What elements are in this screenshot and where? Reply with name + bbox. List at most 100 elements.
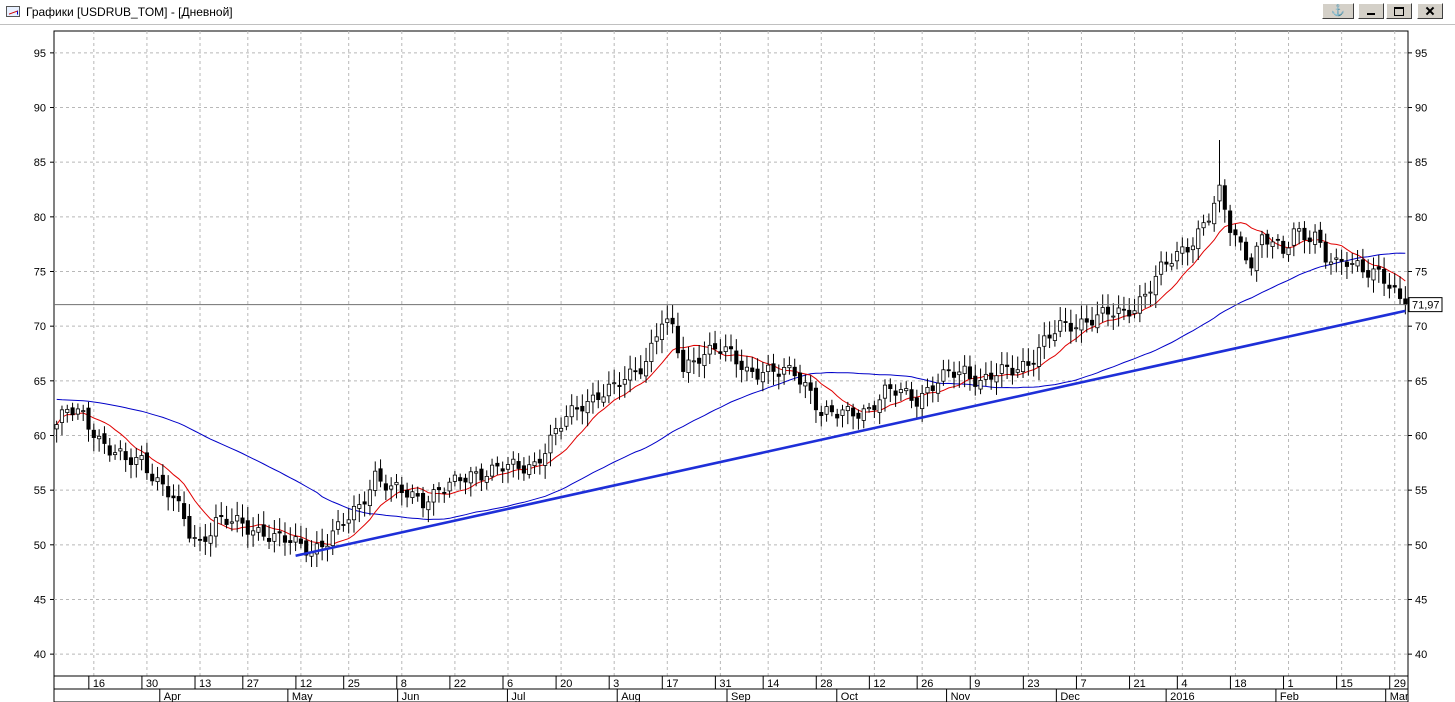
candle-body: [436, 487, 442, 491]
candle-body: [1148, 291, 1153, 294]
candle-body: [1307, 237, 1312, 243]
candle-body: [229, 521, 234, 524]
candle-body: [383, 483, 388, 491]
candle-body: [580, 405, 585, 412]
candle-body: [1397, 288, 1403, 299]
candle-body: [1153, 275, 1158, 296]
candle-body: [171, 495, 176, 499]
candle-body: [787, 364, 792, 369]
month-tick-label: Apr: [164, 691, 181, 702]
candle-body: [298, 538, 303, 544]
candle-body: [596, 392, 601, 401]
candle-body: [755, 368, 760, 380]
candle-body: [1334, 257, 1339, 260]
candle-body: [1259, 234, 1265, 246]
candle-body: [564, 416, 569, 427]
candle-body: [65, 408, 70, 413]
candle-body: [490, 464, 495, 477]
candle-body: [75, 408, 80, 415]
candle-body: [532, 461, 537, 467]
candle-body: [1238, 236, 1243, 243]
candle-body: [1344, 261, 1349, 267]
candle-body: [1079, 318, 1084, 331]
candle-body: [994, 375, 999, 383]
x-tick-label: 13: [199, 678, 211, 690]
candle-body: [367, 489, 372, 507]
candle-body: [378, 468, 383, 482]
candle-body: [160, 474, 165, 485]
x-tick-label: 8: [401, 678, 407, 690]
y-tick-label: 95: [34, 48, 46, 60]
candle-body: [766, 364, 771, 373]
x-tick-label: 17: [666, 678, 678, 690]
candle-body: [697, 357, 702, 364]
x-tick-label: 1: [1288, 678, 1294, 690]
candle-body: [601, 396, 606, 403]
x-tick-label: 4: [1181, 678, 1187, 690]
candle-body: [511, 458, 516, 465]
candle-body: [633, 370, 638, 373]
y-tick-label: 65: [1415, 376, 1427, 388]
candle-body: [989, 372, 994, 380]
candle-body: [771, 363, 776, 372]
chart-window: Графики [USDRUB_TOM] - [Дневной] ⚓ 40 45 5…: [0, 0, 1455, 702]
candle-body: [967, 366, 972, 379]
candle-body: [70, 407, 75, 416]
y-tick-label: 95: [1415, 48, 1427, 60]
candle-body: [1382, 269, 1387, 284]
x-tick-label: 3: [613, 678, 619, 690]
x-tick-label: 15: [1341, 678, 1353, 690]
candle-body: [628, 368, 633, 381]
candle-body: [867, 407, 872, 410]
candle-body: [808, 382, 813, 391]
candle-body: [1366, 270, 1371, 278]
minimize-icon: [1367, 13, 1375, 15]
candle-body: [373, 470, 378, 491]
close-icon: [1425, 6, 1435, 16]
anchor-button[interactable]: ⚓: [1322, 3, 1354, 19]
candle-body: [118, 448, 123, 452]
month-tick-label: May: [292, 691, 313, 702]
candle-body: [638, 368, 643, 375]
month-tick-label: Dec: [1060, 691, 1080, 702]
minimize-button[interactable]: [1358, 3, 1384, 19]
candle-body: [426, 501, 431, 511]
candle-body: [320, 540, 325, 548]
candle-body: [707, 344, 712, 355]
candle-body: [521, 465, 526, 474]
candle-body: [585, 400, 590, 414]
candle-body: [1196, 228, 1201, 250]
candle-body: [128, 457, 134, 466]
chart-window-icon[interactable]: [6, 6, 20, 17]
candle-body: [675, 325, 680, 354]
candle-body: [282, 535, 288, 543]
price-chart[interactable]: 40 45 50 55 60 65 70 75 80 85 90 95 40 45 50 55 60 65 70 7…: [0, 25, 1455, 702]
x-tick-label: 25: [348, 678, 360, 690]
close-button[interactable]: [1417, 3, 1443, 19]
candle-body: [134, 457, 139, 465]
candle-body: [1403, 298, 1408, 306]
y-tick-label: 85: [34, 157, 46, 169]
candle-body: [782, 367, 787, 375]
restore-button[interactable]: [1386, 3, 1412, 19]
candle-body: [1244, 241, 1249, 261]
x-tick-label: 14: [767, 678, 779, 690]
candle-body: [1387, 284, 1392, 289]
candle-body: [474, 471, 479, 474]
candle-body: [420, 493, 426, 509]
month-tick-label: Aug: [621, 691, 641, 702]
candle-body: [612, 382, 617, 385]
candle-body: [458, 477, 463, 482]
candle-body: [1265, 233, 1270, 245]
title-bar[interactable]: Графики [USDRUB_TOM] - [Дневной] ⚓: [0, 0, 1455, 25]
candle-body: [543, 453, 548, 466]
candle-body: [415, 493, 420, 497]
y-tick-label: 60: [1415, 430, 1427, 442]
candle-body: [941, 369, 946, 382]
candle-body: [479, 468, 484, 481]
restore-icon: [1394, 7, 1404, 16]
candle-body: [277, 531, 282, 534]
candle-body: [553, 428, 558, 435]
candle-body: [670, 317, 675, 325]
y-tick-label: 45: [34, 594, 46, 606]
